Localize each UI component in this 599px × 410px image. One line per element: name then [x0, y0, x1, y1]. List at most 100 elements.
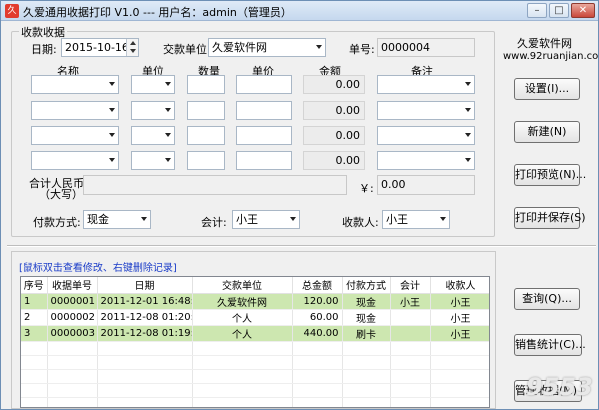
- item-unit-combo[interactable]: [131, 126, 175, 145]
- section-divider: [7, 245, 596, 247]
- date-spinner[interactable]: [126, 39, 138, 56]
- date-value: 2015-10-16: [65, 41, 129, 54]
- chevron-down-icon: [440, 217, 446, 221]
- item-qty-input[interactable]: [187, 151, 225, 170]
- item-unit-combo[interactable]: [131, 101, 175, 120]
- chevron-down-icon: [465, 82, 471, 86]
- table-header-row: 序号 收据单号 日期 交款单位 总金额 付款方式 会计 收款人: [21, 277, 489, 294]
- cell-date: 2011-12-01 16:48:46: [97, 293, 193, 310]
- table-row-empty: [21, 369, 489, 384]
- item-name-combo[interactable]: [31, 75, 119, 94]
- item-name-combo[interactable]: [31, 101, 119, 120]
- cell-total: 440.00: [292, 325, 343, 342]
- table-row-empty: [21, 355, 489, 370]
- item-amount-field: 0.00: [303, 126, 365, 145]
- title-bar: 久 久爱通用收据打印 V1.0 --- 用户名：admin（管理员） – □ ✕: [1, 1, 598, 21]
- new-button[interactable]: 新建(N): [514, 121, 580, 143]
- col-header-payment[interactable]: 付款方式: [342, 277, 391, 294]
- receiver-label: 收款人:: [342, 216, 379, 229]
- col-header-payer[interactable]: 交款单位: [192, 277, 293, 294]
- item-price-input[interactable]: [236, 101, 292, 120]
- settings-button[interactable]: 设置(I)...: [514, 78, 580, 100]
- accountant-value: 小王: [236, 213, 258, 226]
- records-table[interactable]: 序号 收据单号 日期 交款单位 总金额 付款方式 会计 收款人 1 000000…: [20, 276, 490, 408]
- spin-up-icon[interactable]: [130, 41, 136, 45]
- col-header-date[interactable]: 日期: [97, 277, 193, 294]
- item-price-input[interactable]: [236, 75, 292, 94]
- item-unit-combo[interactable]: [131, 151, 175, 170]
- table-row[interactable]: 1 0000001 2011-12-01 16:48:46 久爱软件网 120.…: [21, 293, 489, 310]
- col-header-receiver[interactable]: 收款人: [430, 277, 489, 294]
- cell-receiver: 小王: [430, 325, 489, 342]
- accountant-combo[interactable]: 小王: [232, 210, 300, 229]
- chevron-down-icon: [316, 45, 322, 49]
- date-picker[interactable]: 2015-10-16: [61, 38, 139, 57]
- col-header-receipt-no[interactable]: 收据单号: [47, 277, 98, 294]
- item-note-combo[interactable]: [377, 75, 475, 94]
- chevron-down-icon: [465, 133, 471, 137]
- chevron-down-icon: [465, 158, 471, 162]
- query-button[interactable]: 查询(Q)...: [514, 288, 580, 310]
- records-hint: [鼠标双击查看修改、右键删除记录]: [19, 263, 177, 274]
- col-header-accountant[interactable]: 会计: [390, 277, 431, 294]
- yen-label: ￥:: [359, 182, 374, 195]
- item-amount-field: 0.00: [303, 151, 365, 170]
- item-amount-field: 0.00: [303, 75, 365, 94]
- item-qty-input[interactable]: [187, 101, 225, 120]
- item-amount-field: 0.00: [303, 101, 365, 120]
- total-uppercase-field: [83, 175, 347, 195]
- minimize-button[interactable]: –: [527, 3, 547, 18]
- payer-value: 久爱软件网: [212, 41, 267, 54]
- payment-method-label: 付款方式:: [33, 216, 81, 229]
- chevron-down-icon: [165, 82, 171, 86]
- sales-stats-button[interactable]: 销售统计(C)...: [514, 334, 586, 356]
- accountant-label: 会计:: [201, 216, 227, 229]
- number-label: 单号:: [349, 43, 375, 56]
- main-window: 久 久爱通用收据打印 V1.0 --- 用户名：admin（管理员） – □ ✕…: [0, 0, 599, 410]
- payer-combo[interactable]: 久爱软件网: [208, 38, 326, 57]
- table-row-empty: [21, 383, 489, 398]
- receipt-group-label: 收款收据: [19, 24, 67, 40]
- total-label-uppercase: （大写）: [39, 188, 83, 201]
- item-note-combo[interactable]: [377, 101, 475, 120]
- chevron-down-icon: [165, 133, 171, 137]
- col-header-total[interactable]: 总金额: [292, 277, 343, 294]
- col-header-index[interactable]: 序号: [21, 277, 48, 294]
- brand-name: 久爱软件网: [517, 37, 572, 50]
- app-icon: 久: [5, 4, 19, 18]
- item-unit-combo[interactable]: [131, 75, 175, 94]
- item-price-input[interactable]: [236, 151, 292, 170]
- cell-receipt-no: 0000002: [47, 309, 98, 326]
- print-save-button[interactable]: 打印并保存(S): [514, 207, 586, 229]
- print-preview-button[interactable]: 打印预览(N)...: [514, 164, 586, 186]
- spin-down-icon[interactable]: [130, 49, 136, 53]
- cell-total: 60.00: [292, 309, 343, 326]
- item-name-combo[interactable]: [31, 151, 119, 170]
- table-row[interactable]: 2 0000002 2011-12-08 01:20:24 个人 60.00 现…: [21, 309, 489, 326]
- cell-date: 2011-12-08 01:19:20: [97, 325, 193, 342]
- cell-accountant: 小王: [390, 293, 431, 310]
- item-qty-input[interactable]: [187, 126, 225, 145]
- table-row-empty: [21, 341, 489, 356]
- cell-payment: 刷卡: [342, 325, 391, 342]
- item-price-input[interactable]: [236, 126, 292, 145]
- number-field[interactable]: 0000004: [377, 38, 475, 57]
- table-row[interactable]: 3 0000003 2011-12-08 01:19:20 个人 440.00 …: [21, 325, 489, 342]
- window-title: 久爱通用收据打印 V1.0 --- 用户名：admin（管理员）: [23, 6, 292, 19]
- chevron-down-icon: [109, 133, 115, 137]
- item-note-combo[interactable]: [377, 126, 475, 145]
- table-row-empty: [21, 397, 489, 407]
- maximize-button[interactable]: □: [549, 3, 569, 18]
- item-name-combo[interactable]: [31, 126, 119, 145]
- item-note-combo[interactable]: [377, 151, 475, 170]
- watermark-logo: 9553: [526, 373, 593, 401]
- chevron-down-icon: [141, 217, 147, 221]
- cell-receiver: 小王: [430, 309, 489, 326]
- payment-method-combo[interactable]: 现金: [83, 210, 151, 229]
- item-qty-input[interactable]: [187, 75, 225, 94]
- close-button[interactable]: ✕: [571, 3, 595, 18]
- cell-receiver: 小王: [430, 293, 489, 310]
- chevron-down-icon: [109, 158, 115, 162]
- chevron-down-icon: [465, 108, 471, 112]
- receiver-combo[interactable]: 小王: [382, 210, 450, 229]
